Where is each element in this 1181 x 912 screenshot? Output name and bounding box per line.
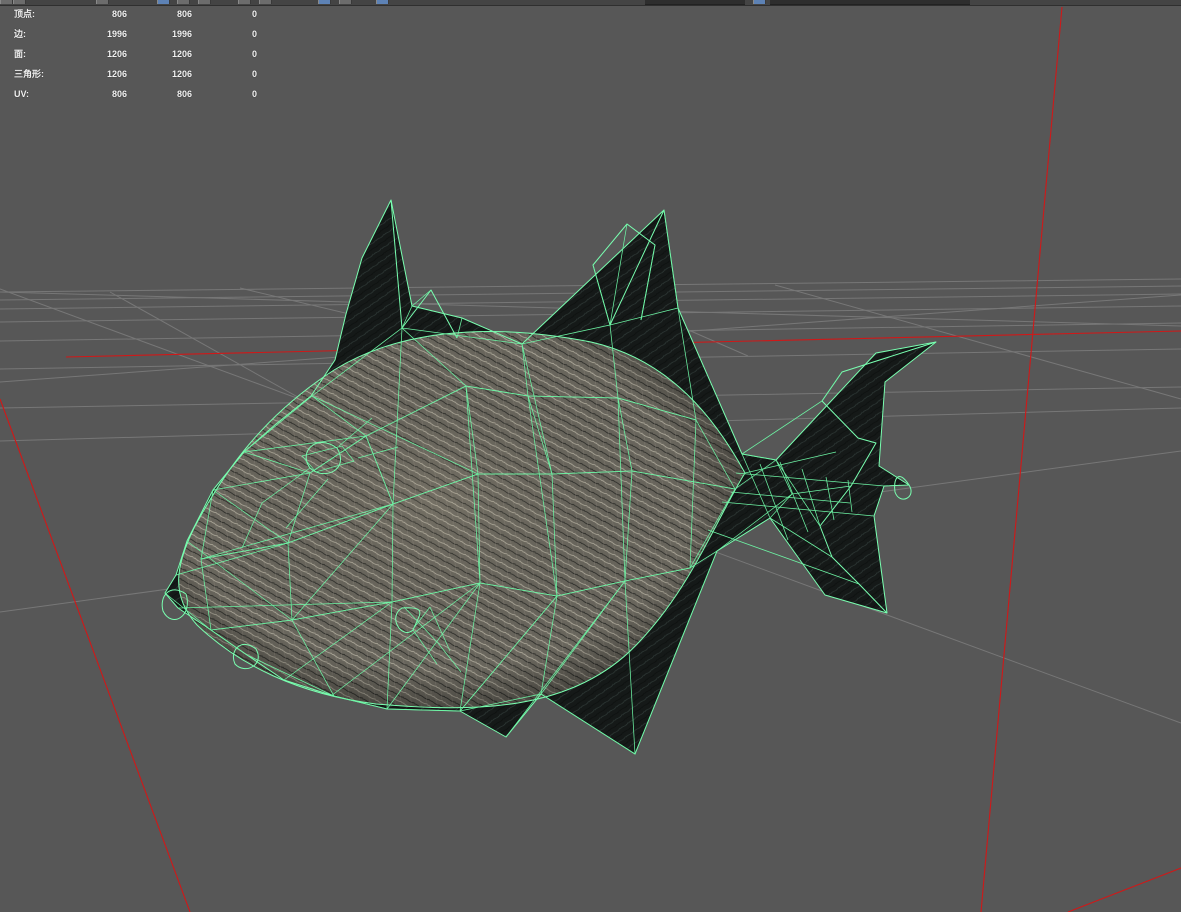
stat-value: 806 (176, 9, 192, 19)
tool-icon[interactable] (318, 0, 331, 4)
polycount-heads-up-display: 顶点: 806 806 0 边: 1996 1996 0 面: 1206 120… (14, 4, 269, 104)
stat-label: 面: (14, 49, 26, 59)
stat-value: 1206 (171, 49, 192, 59)
tool-icon[interactable] (339, 0, 352, 4)
stat-label: 边: (14, 29, 26, 39)
stat-label: UV: (14, 89, 30, 99)
stat-value: 1206 (106, 69, 127, 79)
stat-value: 0 (251, 49, 257, 59)
stat-value: 0 (251, 29, 257, 39)
stat-value: 806 (176, 89, 192, 99)
stat-value: 0 (251, 69, 257, 79)
stat-value: 1206 (171, 69, 192, 79)
stat-value: 1996 (106, 29, 127, 39)
viewport-scene[interactable] (0, 0, 1181, 912)
toolbar-field[interactable] (770, 0, 970, 5)
stats-row-edges: 边: 1996 1996 0 (14, 24, 269, 44)
stat-value: 0 (251, 9, 257, 19)
stats-row-uvs: UV: 806 806 0 (14, 84, 269, 104)
stats-row-vertices: 顶点: 806 806 0 (14, 4, 269, 24)
stat-value: 0 (251, 89, 257, 99)
tool-icon[interactable] (753, 0, 766, 4)
stats-row-triangles: 三角形: 1206 1206 0 (14, 64, 269, 84)
tool-icon[interactable] (376, 0, 389, 4)
stat-value: 806 (111, 89, 127, 99)
3d-viewport[interactable]: 顶点: 806 806 0 边: 1996 1996 0 面: 1206 120… (0, 0, 1181, 912)
stat-value: 1206 (106, 49, 127, 59)
stat-label: 顶点: (14, 9, 35, 19)
stats-row-faces: 面: 1206 1206 0 (14, 44, 269, 64)
tool-icon[interactable] (0, 0, 13, 4)
stat-value: 806 (111, 9, 127, 19)
stat-label: 三角形: (14, 69, 44, 79)
stat-value: 1996 (171, 29, 192, 39)
toolbar-field[interactable] (645, 0, 745, 5)
